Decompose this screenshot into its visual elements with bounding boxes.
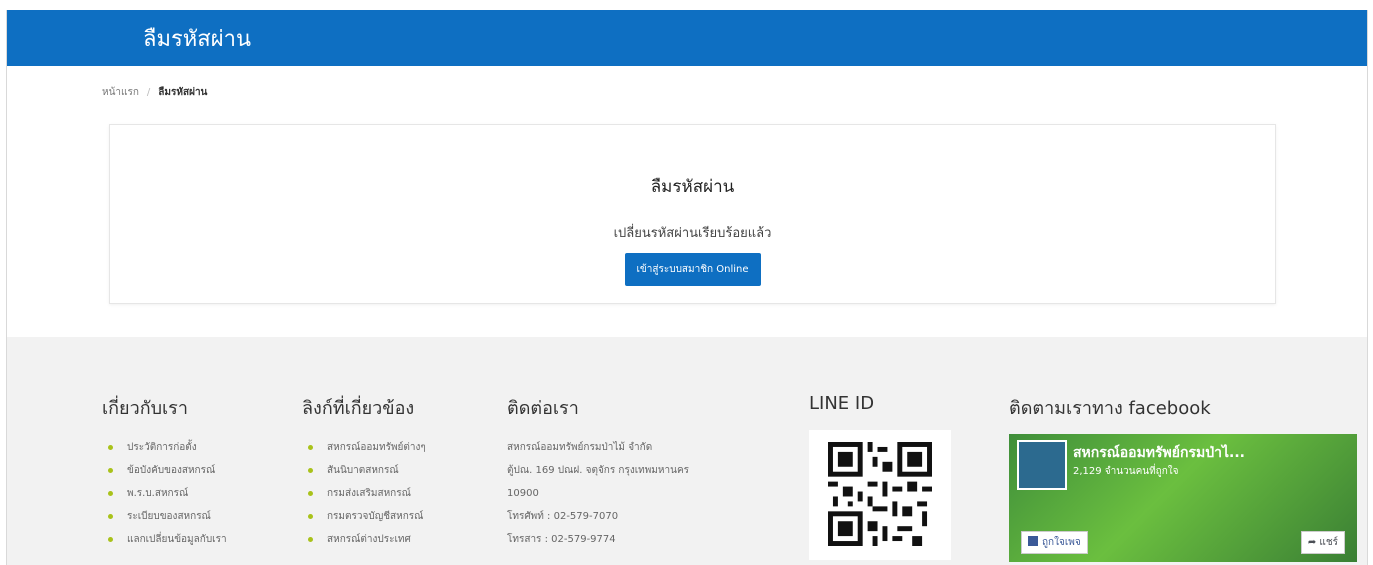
facebook-icon	[1028, 536, 1038, 546]
page-title: ลืมรหัสผ่าน	[143, 26, 252, 52]
contact-line: 10900	[507, 488, 539, 499]
footer-links-column: ลิงก์ที่เกี่ยวข้อง สหกรณ์ออมทรัพย์ต่างๆ …	[302, 393, 426, 551]
bullet-icon	[108, 514, 113, 519]
footer-link-item[interactable]: สหกรณ์ออมทรัพย์ต่างๆ	[302, 436, 426, 459]
member-login-button[interactable]: เข้าสู่ระบบสมาชิก Online	[624, 253, 761, 286]
facebook-page-name[interactable]: สหกรณ์ออมทรัพย์กรมป่าไ...	[1073, 442, 1245, 464]
contact-line: โทรศัพท์ : 02-579-7070	[507, 511, 619, 522]
facebook-page-avatar[interactable]	[1017, 440, 1067, 490]
breadcrumb-current: ลืมรหัสผ่าน	[158, 86, 208, 98]
bullet-icon	[108, 445, 113, 450]
footer-about-item[interactable]: ข้อบังคับของสหกรณ์	[102, 459, 227, 482]
footer-contact-column: ติดต่อเรา สหกรณ์ออมทรัพย์กรมป่าไม้ จำกัด…	[507, 393, 689, 551]
footer-link-item[interactable]: กรมตรวจบัญชีสหกรณ์	[302, 505, 426, 528]
qr-code-icon	[828, 442, 932, 546]
contact-line: ตู้ปณ. 169 ปณฝ. จตุจักร กรุงเทพมหานคร	[507, 465, 690, 476]
breadcrumb-home-link[interactable]: หน้าแรก	[102, 85, 139, 100]
footer-line-column: LINE ID	[809, 393, 951, 560]
bullet-icon	[308, 537, 313, 542]
footer-link-item[interactable]: สันนิบาตสหกรณ์	[302, 459, 426, 482]
bullet-icon	[308, 514, 313, 519]
footer-contact-heading: ติดต่อเรา	[507, 398, 579, 419]
footer-facebook-column: ติดตามเราทาง facebook สหกรณ์ออมทรัพย์กรม…	[1009, 393, 1357, 562]
bullet-icon	[108, 468, 113, 473]
footer-link-item[interactable]: กรมส่งเสริมสหกรณ์	[302, 482, 426, 505]
footer-about-item[interactable]: ระเบียบของสหกรณ์	[102, 505, 227, 528]
bullet-icon	[308, 491, 313, 496]
bullet-icon	[308, 468, 313, 473]
facebook-like-count: 2,129 จำนวนคนที่ถูกใจ	[1073, 466, 1179, 477]
breadcrumb: หน้าแรก / ลืมรหัสผ่าน	[7, 66, 1367, 118]
facebook-page-widget[interactable]: สหกรณ์ออมทรัพย์กรมป่าไ... 2,129 จำนวนคนท…	[1009, 434, 1357, 562]
footer-link-item[interactable]: สหกรณ์ต่างประเทศ	[302, 528, 426, 551]
facebook-like-button[interactable]: ถูกใจเพจ	[1021, 531, 1088, 554]
breadcrumb-separator: /	[146, 86, 151, 98]
footer-about-item[interactable]: พ.ร.บ.สหกรณ์	[102, 482, 227, 505]
page: ลืมรหัสผ่าน หน้าแรก / ลืมรหัสผ่าน ลืมรหั…	[6, 10, 1368, 565]
facebook-share-button[interactable]: ➦ แชร์	[1300, 531, 1345, 554]
page-header: ลืมรหัสผ่าน	[7, 10, 1367, 66]
footer-links-heading: ลิงก์ที่เกี่ยวข้อง	[302, 398, 415, 419]
footer: เกี่ยวกับเรา ประวัติการก่อตั้ง ข้อบังคับ…	[7, 337, 1367, 565]
bullet-icon	[108, 537, 113, 542]
contact-line: สหกรณ์ออมทรัพย์กรมป่าไม้ จำกัด	[507, 442, 653, 453]
contact-line: โทรสาร : 02-579-9774	[507, 534, 616, 545]
bullet-icon	[108, 491, 113, 496]
footer-about-item[interactable]: แลกเปลี่ยนข้อมูลกับเรา	[102, 528, 227, 551]
forgot-password-card: ลืมรหัสผ่าน เปลี่ยนรหัสผ่านเรียบร้อยแล้ว…	[109, 124, 1276, 304]
footer-facebook-heading: ติดตามเราทาง facebook	[1009, 398, 1211, 419]
footer-about-column: เกี่ยวกับเรา ประวัติการก่อตั้ง ข้อบังคับ…	[102, 393, 227, 551]
share-arrow-icon: ➦	[1307, 537, 1320, 548]
footer-about-item[interactable]: ประวัติการก่อตั้ง	[102, 436, 227, 459]
line-qr-code	[809, 430, 951, 560]
footer-about-heading: เกี่ยวกับเรา	[102, 398, 188, 419]
card-title: ลืมรหัสผ่าน	[650, 177, 735, 197]
success-message: เปลี่ยนรหัสผ่านเรียบร้อยแล้ว	[613, 226, 772, 241]
bullet-icon	[308, 445, 313, 450]
footer-line-heading: LINE ID	[809, 393, 875, 414]
